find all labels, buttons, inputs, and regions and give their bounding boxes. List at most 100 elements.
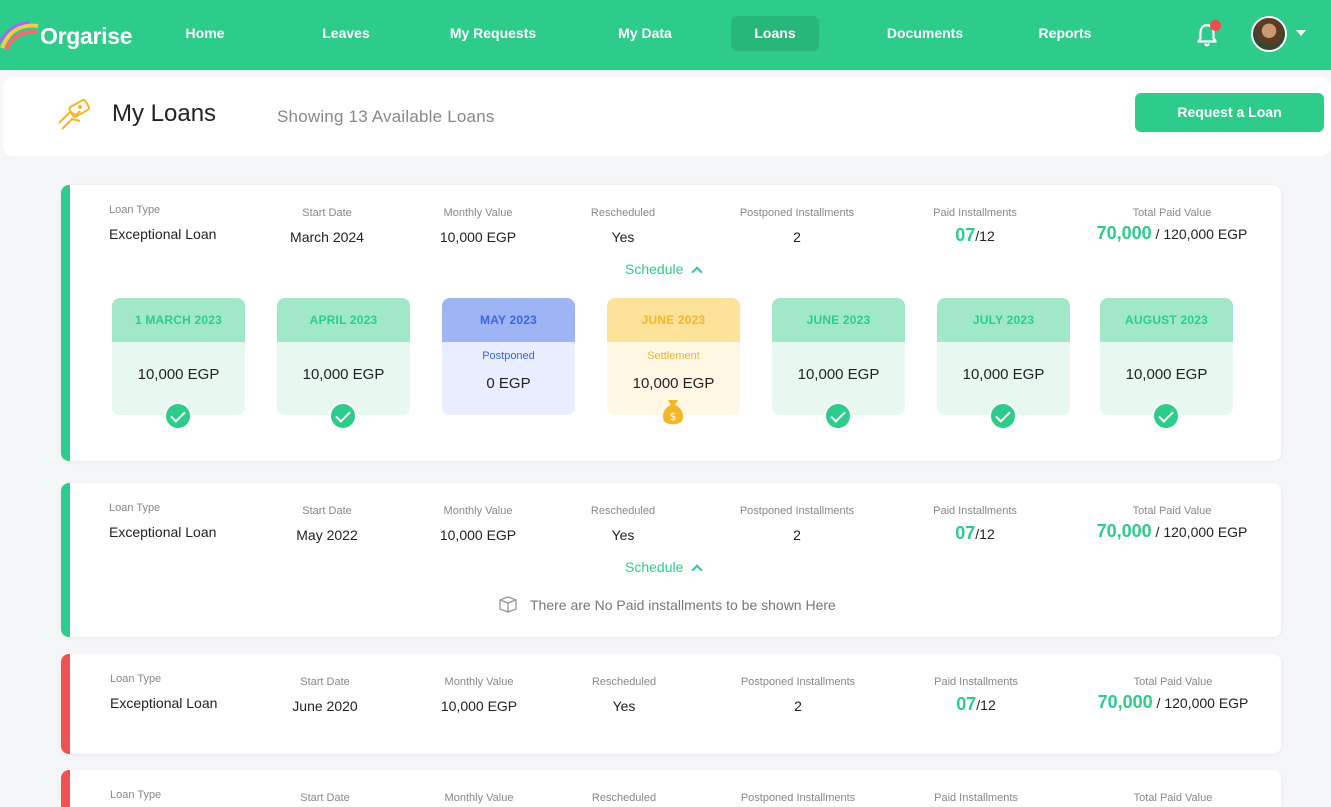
schedule-toggle[interactable]: Schedule xyxy=(625,261,704,278)
app-logo[interactable]: Orgarise xyxy=(0,18,133,54)
app-name: Orgarise xyxy=(40,22,133,49)
total-paid-amount: 70,000 xyxy=(1097,692,1153,712)
paid-installments-field: Paid Installments xyxy=(922,792,1030,804)
installment-status: Settlement xyxy=(647,350,700,362)
loan-status-bar xyxy=(61,770,70,807)
installment-card[interactable]: JULY 2023 10,000 EGP xyxy=(937,298,1070,430)
total-paid-field: Total Paid Value xyxy=(1092,792,1254,804)
loan-card: Loan Type Start Date Monthly Value Resch… xyxy=(61,770,1281,807)
loan-card: Loan Type Exceptional Loan Start Date Ma… xyxy=(61,185,1281,461)
page-title: My Loans xyxy=(112,100,217,127)
postponed-label: Postponed Installments xyxy=(740,792,856,804)
paid-installments-field: Paid Installments 07/12 xyxy=(921,505,1029,544)
rescheduled-value: Yes xyxy=(611,527,635,543)
nav-my-requests[interactable]: My Requests xyxy=(443,16,543,51)
installment-card[interactable]: JUNE 2023 10,000 EGP xyxy=(772,298,905,430)
total-paid-label: Total Paid Value xyxy=(1133,792,1213,804)
loan-status-bar xyxy=(61,185,70,461)
start-date-label: Start Date xyxy=(302,207,352,219)
total-paid-label: Total Paid Value xyxy=(1132,505,1212,517)
monthly-value-field: Monthly Value 10,000 EGP xyxy=(428,207,528,245)
nav-documents[interactable]: Documents xyxy=(880,16,970,51)
nav-reports[interactable]: Reports xyxy=(1030,16,1100,51)
installment-amount: 0 EGP xyxy=(486,375,531,392)
monthly-value-label: Monthly Value xyxy=(443,207,513,219)
installment-month: MAY 2023 xyxy=(442,298,575,342)
rescheduled-field: Rescheduled Yes xyxy=(578,505,668,543)
start-date-value: March 2024 xyxy=(290,229,364,245)
user-avatar[interactable] xyxy=(1251,16,1287,52)
start-date-field: Start Date March 2024 xyxy=(281,207,373,245)
schedule-label: Schedule xyxy=(625,261,684,277)
loan-type-label: Loan Type xyxy=(109,502,161,514)
empty-box-icon xyxy=(499,596,517,613)
total-paid-label: Total Paid Value xyxy=(1133,676,1213,688)
check-icon xyxy=(329,402,357,430)
start-date-field: Start Date May 2022 xyxy=(281,505,373,543)
installment-card[interactable]: AUGUST 2023 10,000 EGP xyxy=(1100,298,1233,430)
rescheduled-value: Yes xyxy=(612,698,636,714)
paid-count: 07 xyxy=(955,225,976,245)
installment-month: JULY 2023 xyxy=(937,298,1070,342)
postponed-label: Postponed Installments xyxy=(740,676,856,688)
start-date-value: June 2020 xyxy=(292,698,358,714)
nav-leaves[interactable]: Leaves xyxy=(311,16,381,51)
rescheduled-value: Yes xyxy=(611,229,635,245)
postponed-field: Postponed Installments xyxy=(727,792,869,804)
paid-installments-label: Paid Installments xyxy=(934,792,1018,804)
monthly-value-value: 10,000 EGP xyxy=(439,527,517,543)
installment-card[interactable]: JUNE 2023 Settlement 10,000 EGP $ xyxy=(607,298,740,425)
monthly-value-field: Monthly Value 10,000 EGP xyxy=(429,676,529,714)
installment-card[interactable]: MAY 2023 Postponed 0 EGP xyxy=(442,298,575,415)
installment-amount: 10,000 EGP xyxy=(302,366,385,383)
paid-total: /12 xyxy=(975,526,995,542)
monthly-value-field: Monthly Value 10,000 EGP xyxy=(428,505,528,543)
loan-type-field: Loan Type Exceptional Loan xyxy=(109,502,216,540)
total-loan-value: / 120,000 EGP xyxy=(1155,524,1248,540)
check-icon xyxy=(1152,402,1180,430)
installment-card[interactable]: 1 MARCH 2023 10,000 EGP xyxy=(112,298,245,430)
nav-my-data[interactable]: My Data xyxy=(605,16,685,51)
start-date-label: Start Date xyxy=(300,792,350,804)
loan-status-bar xyxy=(61,483,70,637)
paid-total: /12 xyxy=(975,228,995,244)
rescheduled-label: Rescheduled xyxy=(590,207,656,219)
monthly-value-value: 10,000 EGP xyxy=(440,698,518,714)
postponed-label: Postponed Installments xyxy=(739,207,855,219)
paid-installments-field: Paid Installments 07/12 xyxy=(922,676,1030,715)
installment-amount: 10,000 EGP xyxy=(632,375,715,392)
rescheduled-field: Rescheduled xyxy=(579,792,669,804)
monthly-value-value: 10,000 EGP xyxy=(439,229,517,245)
request-loan-button[interactable]: Request a Loan xyxy=(1135,93,1324,132)
loan-type-label: Loan Type xyxy=(110,673,162,685)
rescheduled-label: Rescheduled xyxy=(591,792,657,804)
loan-hand-icon xyxy=(58,98,91,130)
installment-card[interactable]: APRIL 2023 10,000 EGP xyxy=(277,298,410,430)
postponed-field: Postponed Installments 2 xyxy=(727,676,869,714)
total-paid-value: 70,000 / 120,000 EGP xyxy=(1091,223,1253,244)
schedule-toggle[interactable]: Schedule xyxy=(625,559,704,576)
postponed-value: 2 xyxy=(793,527,801,543)
paid-installments-value: 07/12 xyxy=(922,694,1030,715)
postponed-value: 2 xyxy=(793,229,801,245)
postponed-value: 2 xyxy=(794,698,802,714)
empty-installments-message: There are No Paid installments to be sho… xyxy=(498,596,836,615)
loan-card: Loan Type Exceptional Loan Start Date Ma… xyxy=(61,483,1281,637)
rainbow-logo-icon xyxy=(0,20,39,51)
loan-type-value: Exceptional Loan xyxy=(110,695,218,711)
nav-home[interactable]: Home xyxy=(170,16,240,51)
money-bag-icon: $ xyxy=(663,400,683,425)
chevron-down-icon[interactable] xyxy=(1296,30,1306,36)
paid-installments-label: Paid Installments xyxy=(934,676,1018,688)
rescheduled-field: Rescheduled Yes xyxy=(578,207,668,245)
loan-card: Loan Type Exceptional Loan Start Date Ju… xyxy=(61,654,1281,754)
total-loan-value: / 120,000 EGP xyxy=(1156,695,1249,711)
notification-dot xyxy=(1210,20,1221,31)
paid-count: 07 xyxy=(955,523,976,543)
installment-month: JUNE 2023 xyxy=(607,298,740,342)
loan-type-label: Loan Type xyxy=(109,204,161,216)
rescheduled-label: Rescheduled xyxy=(591,676,657,688)
monthly-value-label: Monthly Value xyxy=(444,676,514,688)
installment-month: JUNE 2023 xyxy=(772,298,905,342)
nav-loans[interactable]: Loans xyxy=(731,16,819,51)
